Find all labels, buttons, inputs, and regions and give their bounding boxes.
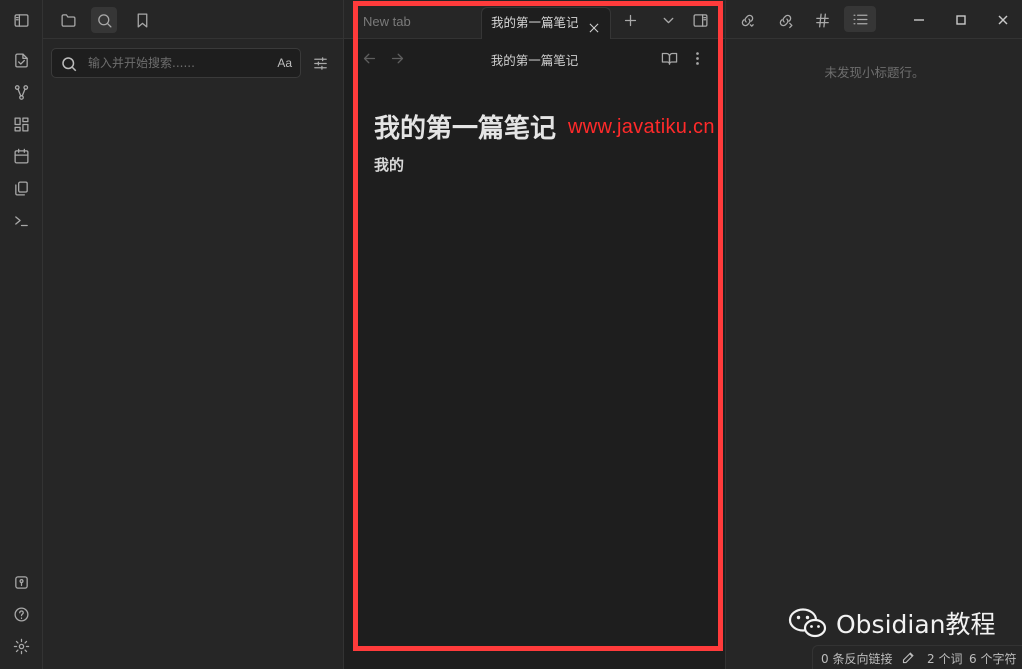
- status-bar: 0 条反向链接 2 个词 6 个字符: [812, 645, 1022, 669]
- terminal-icon[interactable]: [8, 207, 34, 233]
- tab-note-label: 我的第一篇笔记: [491, 15, 579, 30]
- calendar-icon[interactable]: [8, 143, 34, 169]
- outline-icon[interactable]: [844, 6, 876, 32]
- templates-icon[interactable]: [8, 175, 34, 201]
- graph-icon[interactable]: [8, 79, 34, 105]
- word-count: 2 个词: [927, 652, 963, 666]
- search-settings-icon[interactable]: [307, 50, 333, 76]
- minimize-icon[interactable]: [906, 8, 932, 32]
- more-options-icon[interactable]: [684, 45, 710, 71]
- watermark: www.javatiku.cn: [568, 116, 715, 138]
- note-body: 我的: [374, 156, 405, 174]
- match-case-toggle[interactable]: Aa: [277, 56, 292, 70]
- backlinks-icon[interactable]: [734, 7, 760, 33]
- canvas-icon[interactable]: [8, 111, 34, 137]
- sidebar-toggle-icon[interactable]: [8, 7, 34, 33]
- tab-note[interactable]: 我的第一篇笔记: [481, 7, 611, 39]
- search-icon[interactable]: [91, 7, 117, 33]
- vault-icon[interactable]: [8, 569, 34, 595]
- tab-bar: New tab 我的第一篇笔记: [344, 0, 725, 39]
- help-icon[interactable]: [8, 601, 34, 627]
- editor-pane: New tab 我的第一篇笔记 我的第一篇笔记 我的第一篇笔记 我的: [344, 0, 725, 669]
- outline-empty-message: 未发现小标题行。: [824, 65, 925, 80]
- reading-view-icon[interactable]: [656, 45, 682, 71]
- search-input[interactable]: [88, 53, 268, 73]
- right-sidebar: 未发现小标题行。: [725, 0, 1022, 669]
- brand-text: Obsidian教程: [836, 610, 996, 639]
- tab-new-tab[interactable]: New tab: [354, 7, 476, 39]
- pencil-icon[interactable]: [901, 650, 917, 666]
- char-count: 6 个字符: [969, 652, 1017, 666]
- ribbon: [0, 0, 43, 669]
- outgoing-links-icon[interactable]: [772, 7, 798, 33]
- close-icon[interactable]: [587, 16, 601, 33]
- search-field-icon: [60, 55, 78, 73]
- wechat-icon: [788, 608, 827, 638]
- left-sidebar: Aa: [43, 0, 344, 669]
- new-tab-plus-icon[interactable]: [617, 7, 643, 33]
- tags-icon[interactable]: [809, 7, 835, 33]
- right-sidebar-toggle-icon[interactable]: [687, 7, 713, 33]
- view-header: 我的第一篇笔记: [344, 40, 725, 76]
- chevron-down-icon[interactable]: [655, 7, 681, 33]
- maximize-icon[interactable]: [948, 8, 974, 32]
- search-box: Aa: [51, 48, 301, 78]
- settings-icon[interactable]: [8, 633, 34, 659]
- brand-watermark: Obsidian教程: [788, 605, 996, 641]
- bookmark-icon[interactable]: [129, 7, 155, 33]
- folder-icon[interactable]: [55, 7, 81, 33]
- backlink-count[interactable]: 0 条反向链接: [821, 650, 892, 667]
- new-note-icon[interactable]: [8, 47, 34, 73]
- window-close-icon[interactable]: [990, 8, 1016, 32]
